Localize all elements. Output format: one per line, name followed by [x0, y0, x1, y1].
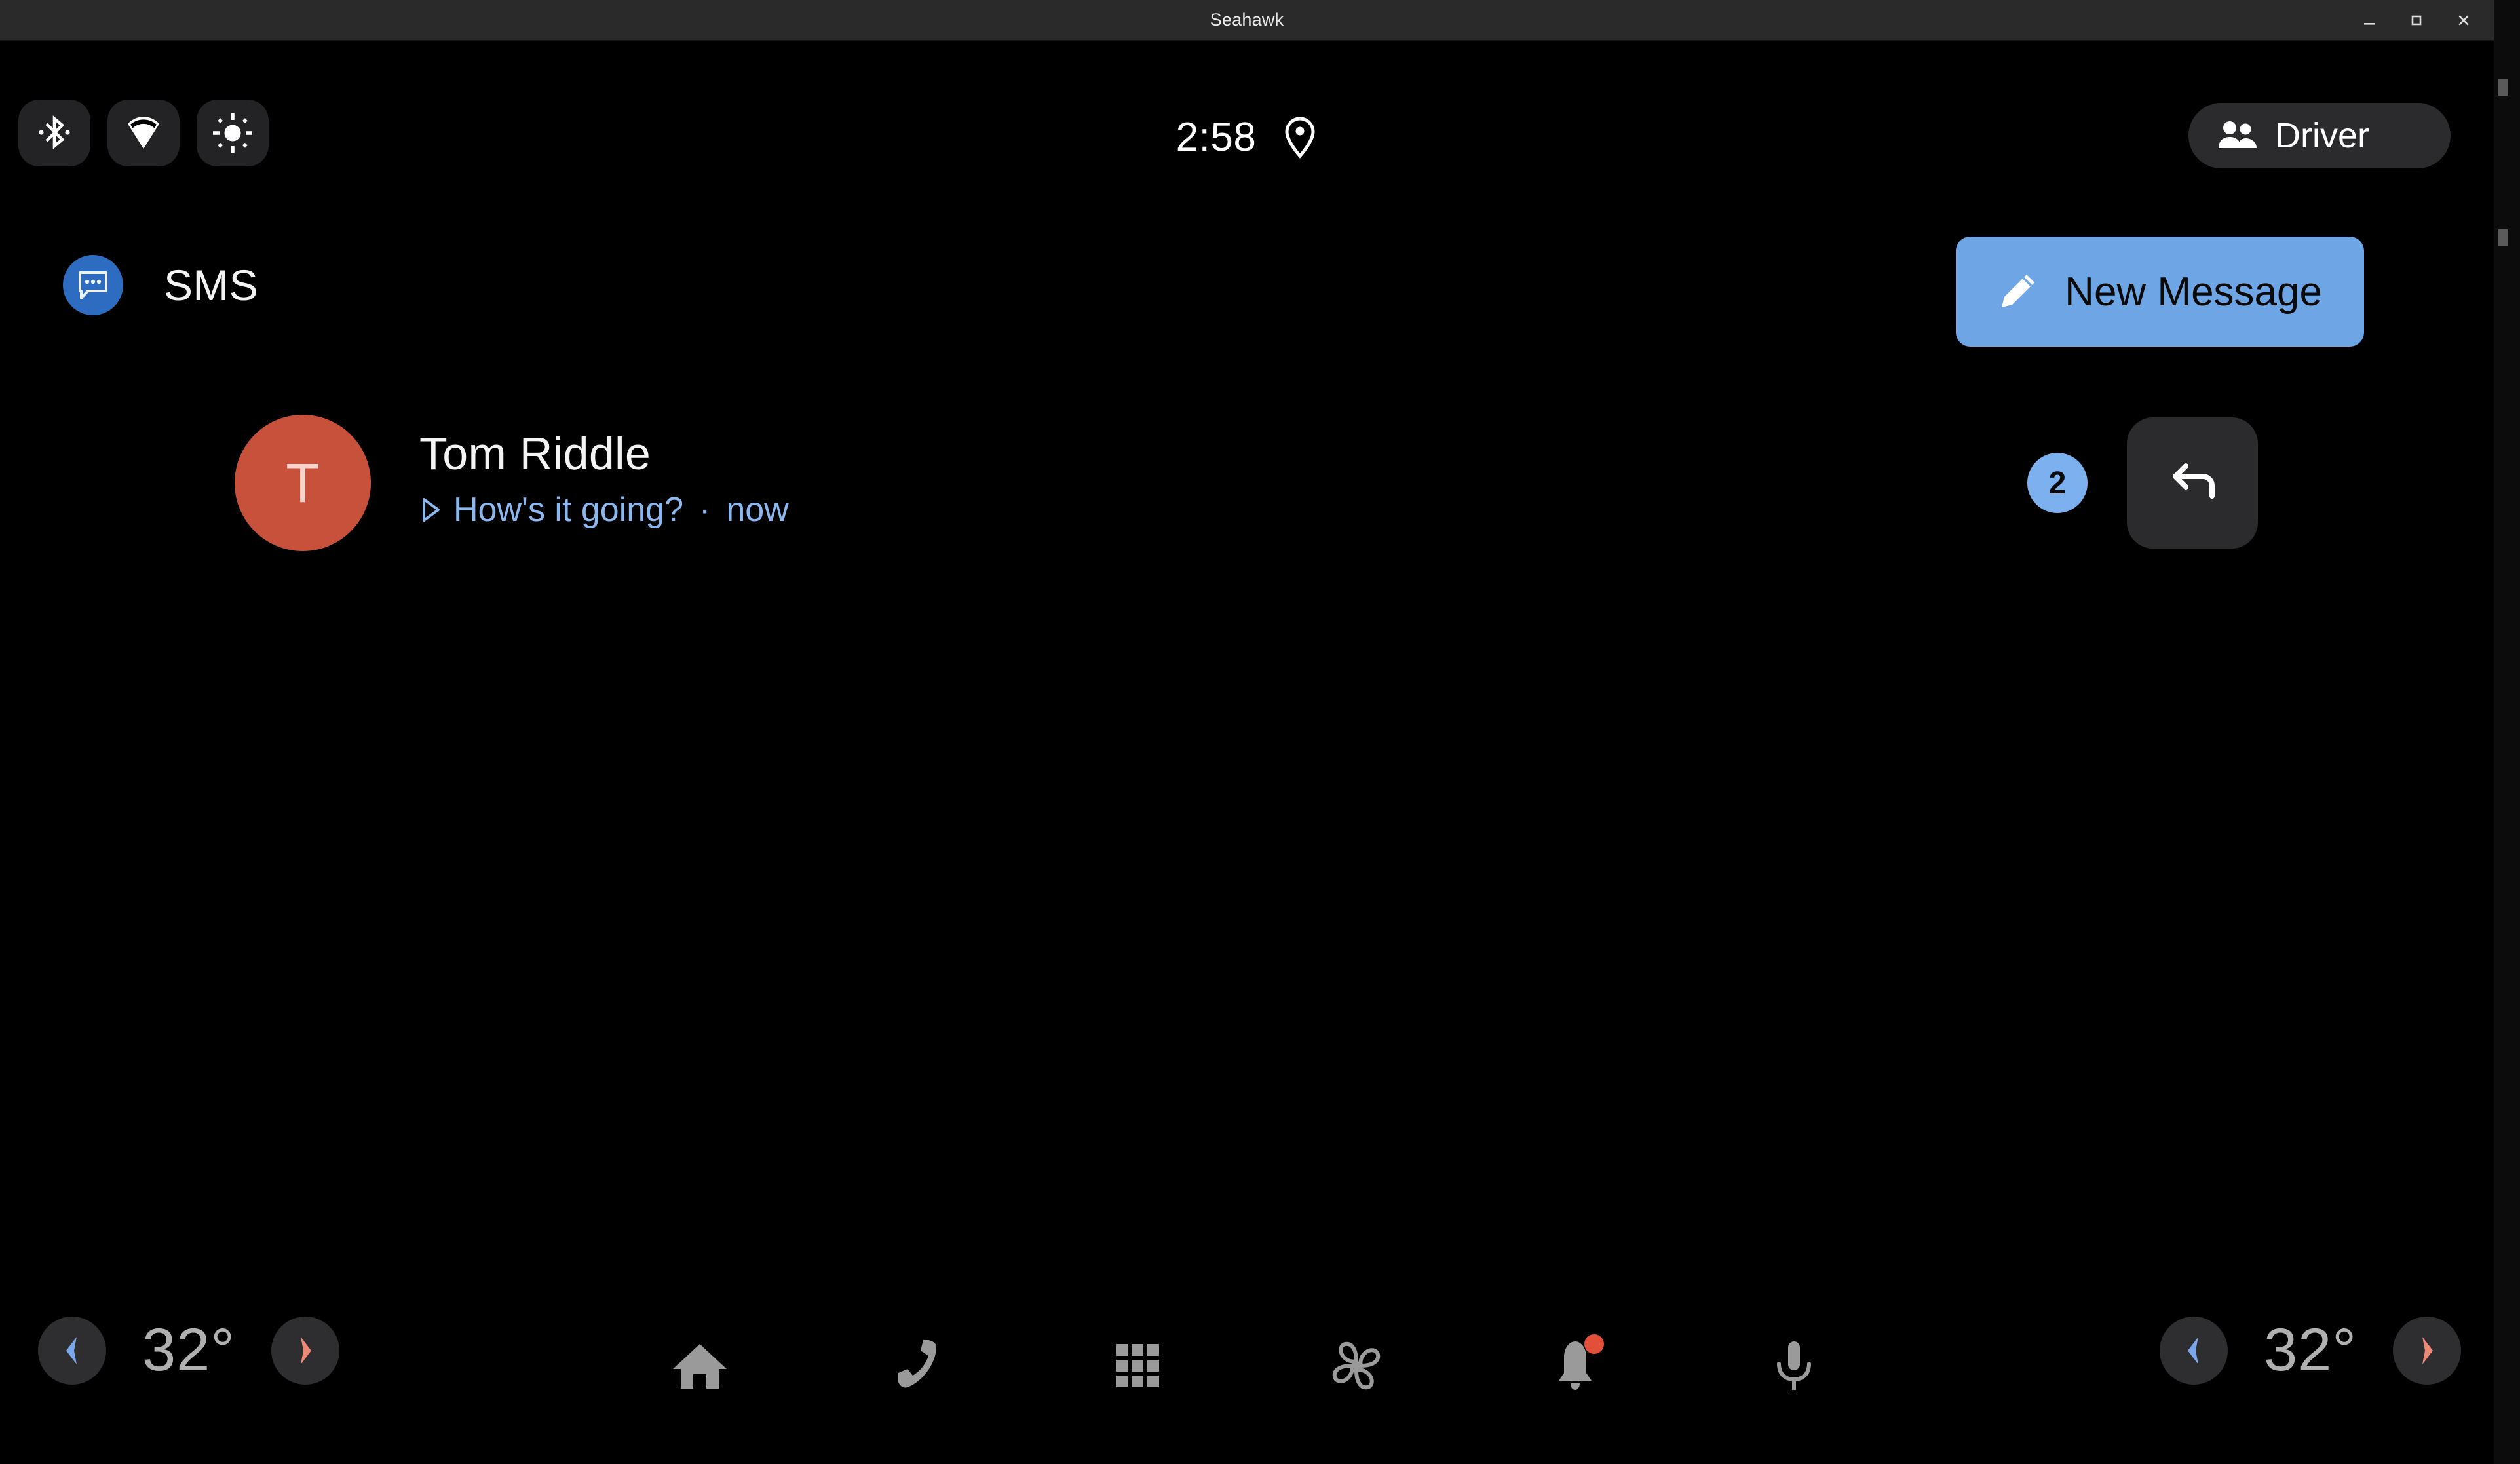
fan-icon — [1332, 1341, 1381, 1390]
app-identity: SMS — [63, 255, 258, 315]
application-window: Seahawk 2:58 Driver SMS New Message T To… — [0, 0, 2494, 1464]
play-triangle-icon-wrap — [419, 495, 442, 524]
app-header: SMS New Message — [0, 227, 2494, 365]
bottom-navigation-bar: 32° 32° — [0, 1300, 2494, 1464]
nav-phone-button[interactable] — [873, 1320, 964, 1412]
close-icon — [2458, 15, 2469, 25]
profile-area: Driver — [2188, 103, 2451, 168]
sms-chat-bubble-icon — [79, 271, 107, 299]
new-message-label: New Message — [2065, 269, 2322, 315]
passenger-temp-decrease-button[interactable] — [2160, 1316, 2228, 1385]
driver-profile-label: Driver — [2275, 116, 2369, 155]
wifi-icon — [128, 117, 159, 149]
maximize-button[interactable] — [2393, 1, 2440, 39]
contact-name: Tom Riddle — [419, 428, 651, 479]
desktop-indicator — [2498, 79, 2508, 96]
quick-toggle-group — [18, 100, 269, 166]
reply-button[interactable] — [2127, 417, 2258, 549]
conversation-preview: How's it going? · now — [419, 490, 789, 530]
microphone-icon — [1777, 1341, 1811, 1390]
passenger-temp-value: 32° — [2263, 1317, 2358, 1383]
driver-profile-button[interactable]: Driver — [2188, 103, 2451, 168]
car-infotainment-ui: 2:58 Driver SMS New Message T Tom Riddle… — [0, 41, 2494, 1464]
page-title: SMS — [164, 261, 258, 309]
bluetooth-icon — [39, 115, 70, 149]
location-pin-icon — [1285, 116, 1315, 159]
conversation-list: T Tom Riddle How's it going? · now 2 — [0, 408, 2494, 1287]
notification-badge-dot — [1584, 1334, 1604, 1354]
unread-count-badge: 2 — [2027, 453, 2088, 513]
new-message-button[interactable]: New Message — [1956, 237, 2364, 347]
bluetooth-toggle-button[interactable] — [18, 100, 90, 166]
window-title: Seahawk — [1210, 10, 1284, 29]
clock: 2:58 — [1175, 115, 1257, 160]
apps-grid-icon — [1116, 1344, 1159, 1387]
status-center-group: 2:58 — [0, 114, 2494, 161]
chevron-right-icon — [2422, 1336, 2433, 1364]
brightness-icon — [213, 113, 252, 153]
nav-notifications-button[interactable] — [1529, 1320, 1621, 1412]
desktop-background-strip — [2494, 0, 2520, 1464]
window-titlebar: Seahawk — [0, 0, 2494, 41]
nav-icon-group — [0, 1320, 2494, 1412]
home-icon — [673, 1344, 727, 1389]
brightness-toggle-button[interactable] — [197, 100, 269, 166]
phone-icon — [898, 1340, 936, 1388]
minimize-icon — [2364, 22, 2375, 25]
people-icon — [2219, 121, 2257, 148]
nav-apps-button[interactable] — [1092, 1320, 1183, 1412]
conversation-row[interactable]: T Tom Riddle How's it going? · now 2 — [0, 408, 2494, 558]
location-indicator — [1282, 115, 1318, 160]
minimize-button[interactable] — [2346, 1, 2393, 39]
sms-app-icon-button[interactable] — [63, 255, 123, 315]
nav-climate-button[interactable] — [1310, 1320, 1402, 1412]
close-button[interactable] — [2440, 1, 2487, 39]
preview-separator: · — [699, 491, 711, 529]
window-controls — [2346, 1, 2487, 39]
chevron-left-icon — [2188, 1336, 2198, 1364]
pencil-icon — [2002, 275, 2035, 307]
passenger-temperature-control: 32° — [2160, 1316, 2461, 1385]
wifi-toggle-button[interactable] — [107, 100, 180, 166]
status-bar: 2:58 Driver — [0, 41, 2494, 224]
reply-arrow-icon — [2173, 463, 2215, 499]
conversation-actions: 2 — [2027, 417, 2258, 549]
message-snippet: How's it going? — [453, 491, 683, 529]
conversation-text: Tom Riddle How's it going? · now — [419, 427, 789, 530]
nav-assistant-button[interactable] — [1748, 1320, 1840, 1412]
desktop-indicator — [2498, 229, 2508, 246]
nav-home-button[interactable] — [654, 1320, 746, 1412]
play-triangle-icon — [423, 498, 440, 522]
message-timestamp: now — [726, 491, 789, 529]
maximize-icon — [2411, 15, 2422, 25]
passenger-temp-increase-button[interactable] — [2393, 1316, 2461, 1385]
avatar-initial: T — [286, 452, 320, 514]
avatar: T — [235, 415, 371, 551]
